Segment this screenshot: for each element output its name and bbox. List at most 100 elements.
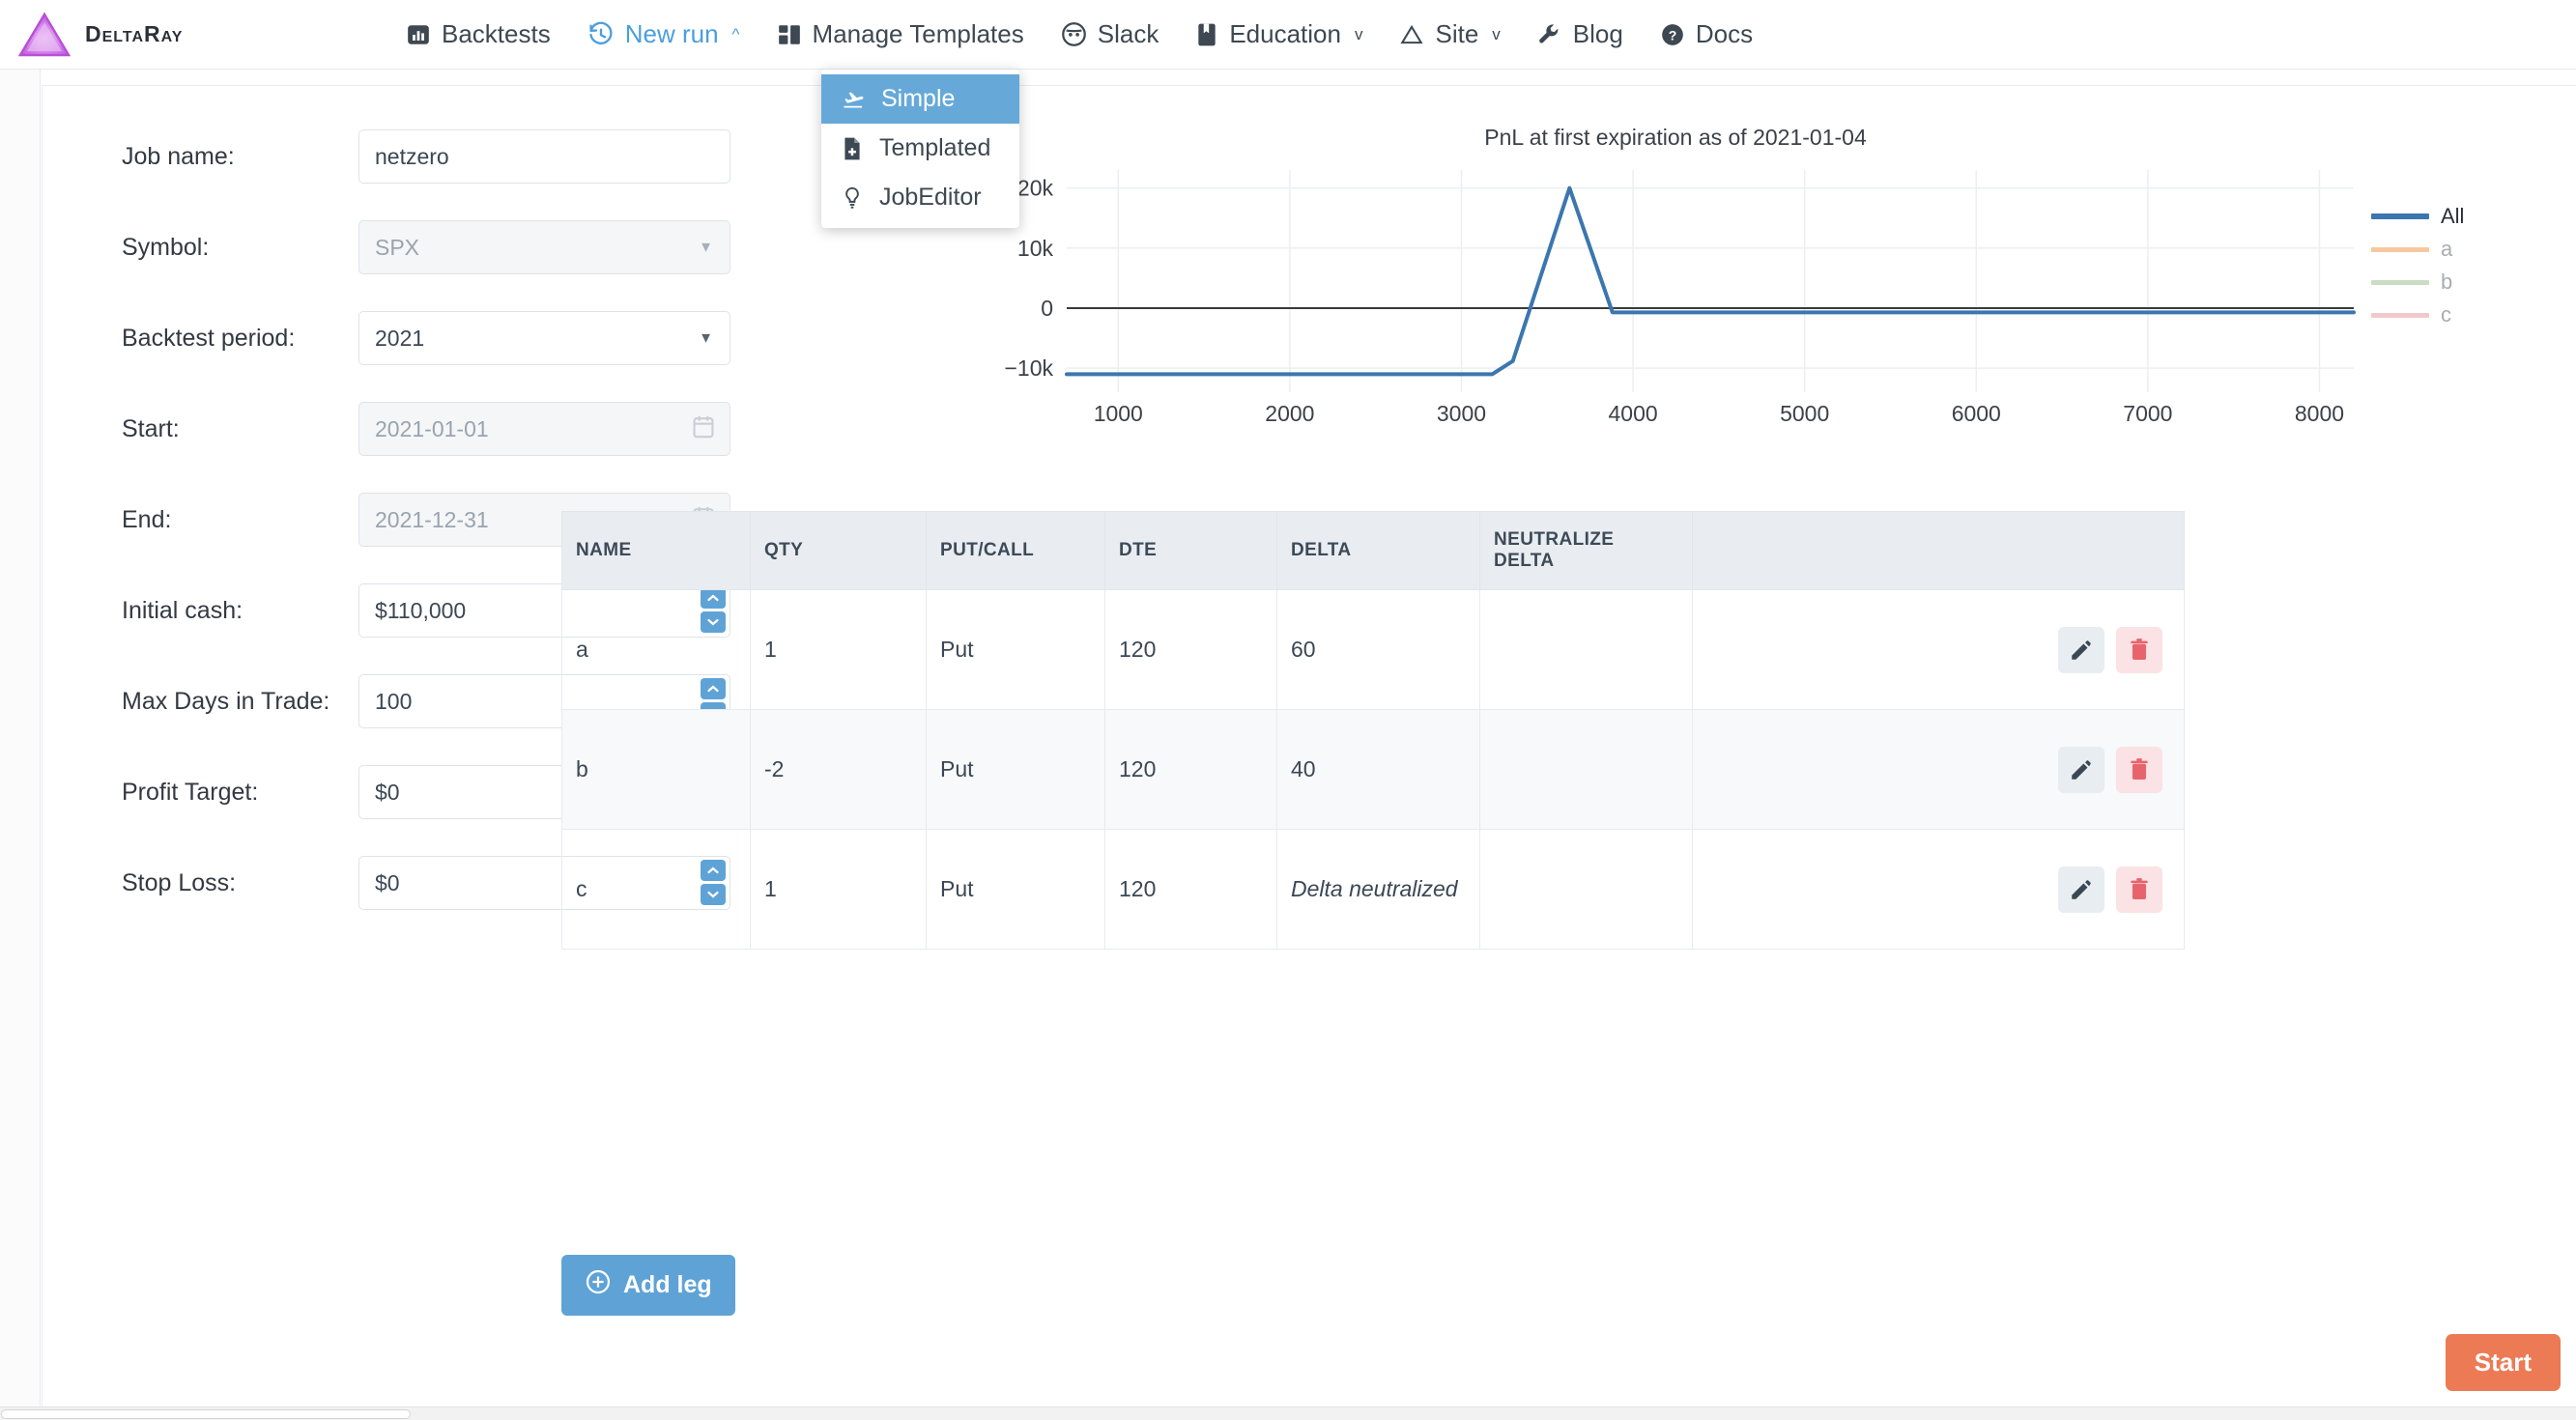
legend-label: b: [2441, 270, 2452, 295]
legend-item-b[interactable]: b: [2371, 266, 2516, 298]
col-delta: DELTA: [1277, 512, 1480, 590]
table-header-row: NAME QTY PUT/CALL DTE DELTA NEUTRALIZE D…: [562, 512, 2185, 590]
cell-actions: [1693, 830, 2185, 950]
start-button[interactable]: Start: [2446, 1334, 2561, 1391]
new-run-dropdown-menu: Simple Templated JobEditor: [821, 70, 1019, 228]
nav-items: Backtests New run ^ Manage Templates Sla…: [406, 19, 1753, 49]
brand[interactable]: DeltaRay: [0, 11, 406, 59]
col-putcall: PUT/CALL: [927, 512, 1105, 590]
legend-swatch: [2371, 313, 2429, 318]
field-label: Stop Loss:: [122, 869, 358, 897]
horizontal-scrollbar[interactable]: [0, 1406, 2576, 1420]
field-label: Backtest period:: [122, 325, 358, 353]
svg-text:10k: 10k: [1017, 236, 1054, 261]
legend-item-c[interactable]: c: [2371, 298, 2516, 331]
triangle-logo-icon: [17, 11, 72, 59]
wrench-icon: [1537, 22, 1562, 47]
dropdown-item-label: Simple: [881, 85, 955, 113]
cell-name: c: [562, 830, 751, 950]
cell-delta: Delta neutralized: [1277, 830, 1480, 950]
bar-chart-icon: [406, 22, 431, 47]
nav-item-site[interactable]: Site v: [1399, 19, 1500, 49]
edit-row-button[interactable]: [2058, 747, 2104, 793]
col-neutralize-delta: NEUTRALIZE DELTA: [1480, 512, 1693, 590]
add-leg-button[interactable]: Add leg: [561, 1255, 735, 1316]
cell-putcall: Put: [927, 710, 1105, 830]
file-plus-icon: [841, 136, 864, 161]
col-qty: QTY: [751, 512, 927, 590]
chevron-up-icon: ^: [732, 25, 740, 44]
legend-label: c: [2441, 302, 2451, 327]
start-date-input[interactable]: [358, 402, 730, 456]
svg-text:4000: 4000: [1608, 401, 1657, 426]
chart-plot-area: 10002000300040005000600070008000−10k010k…: [951, 164, 2371, 454]
nav-item-new-run[interactable]: New run ^: [587, 19, 740, 49]
nav-item-blog[interactable]: Blog: [1537, 19, 1623, 49]
svg-text:2000: 2000: [1265, 401, 1314, 426]
nav-item-backtests[interactable]: Backtests: [406, 19, 551, 49]
scrollbar-thumb[interactable]: [1, 1409, 411, 1419]
dropdown-item-jobeditor[interactable]: JobEditor: [821, 173, 1019, 222]
svg-text:−10k: −10k: [1004, 355, 1053, 381]
question-circle-icon: ?: [1660, 22, 1685, 47]
triangle-icon: [1399, 22, 1424, 47]
add-leg-label: Add leg: [623, 1271, 712, 1299]
cell-qty: -2: [751, 710, 927, 830]
nav-label: New run: [625, 19, 719, 49]
backtest-period-select[interactable]: [358, 311, 730, 365]
layout-grid-icon: [777, 22, 802, 47]
dropdown-item-label: JobEditor: [879, 184, 982, 212]
nav-item-docs[interactable]: ? Docs: [1660, 19, 1753, 49]
delete-row-button[interactable]: [2116, 866, 2162, 913]
legend-item-all[interactable]: All: [2371, 200, 2516, 233]
col-name: NAME: [562, 512, 751, 590]
cell-qty: 1: [751, 590, 927, 710]
col-dte: DTE: [1105, 512, 1277, 590]
nav-item-manage-templates[interactable]: Manage Templates: [777, 19, 1024, 49]
legs-table: NAME QTY PUT/CALL DTE DELTA NEUTRALIZE D…: [561, 511, 2185, 950]
edit-row-button[interactable]: [2058, 627, 2104, 673]
cell-neutralize: [1480, 830, 1693, 950]
cell-name: a: [562, 590, 751, 710]
delete-row-button[interactable]: [2116, 627, 2162, 673]
plane-takeoff-icon: [841, 87, 866, 112]
slack-face-icon: [1061, 21, 1087, 47]
svg-text:8000: 8000: [2295, 401, 2344, 426]
dropdown-item-templated[interactable]: Templated: [821, 124, 1019, 173]
field-label: Max Days in Trade:: [122, 688, 358, 716]
cell-delta: 60: [1277, 590, 1480, 710]
delete-row-button[interactable]: [2116, 747, 2162, 793]
cell-delta: 40: [1277, 710, 1480, 830]
job-name-input[interactable]: [358, 129, 730, 184]
nav-label: Blog: [1573, 19, 1623, 49]
form-row-backtest-period: Backtest period: ▼: [122, 311, 953, 365]
chevron-down-icon: v: [1492, 25, 1501, 44]
nav-label: Backtests: [442, 19, 551, 49]
cell-name: b: [562, 710, 751, 830]
svg-text:7000: 7000: [2123, 401, 2172, 426]
chart-title: PnL at first expiration as of 2021-01-04: [835, 125, 2516, 151]
book-icon: [1195, 22, 1218, 47]
cell-putcall: Put: [927, 590, 1105, 710]
chart-legend: All a b c: [2371, 200, 2516, 331]
col-actions: [1693, 512, 2185, 590]
field-label: Initial cash:: [122, 597, 358, 625]
table-row: c 1 Put 120 Delta neutralized: [562, 830, 2185, 950]
form-row-start: Start:: [122, 402, 953, 456]
plus-circle-icon: [585, 1268, 612, 1302]
form-row-symbol: Symbol: ▼: [122, 220, 953, 274]
dropdown-item-simple[interactable]: Simple: [821, 74, 1019, 124]
table-row: b -2 Put 120 40: [562, 710, 2185, 830]
chevron-down-icon: v: [1355, 25, 1363, 44]
field-label: Profit Target:: [122, 779, 358, 807]
field-label: Start:: [122, 415, 358, 443]
legend-item-a[interactable]: a: [2371, 233, 2516, 266]
symbol-select[interactable]: [358, 220, 730, 274]
edit-row-button[interactable]: [2058, 866, 2104, 913]
svg-text:1000: 1000: [1094, 401, 1143, 426]
nav-item-education[interactable]: Education v: [1195, 19, 1362, 49]
nav-item-slack[interactable]: Slack: [1061, 19, 1159, 49]
pnl-chart: PnL at first expiration as of 2021-01-04…: [951, 125, 2516, 472]
cell-putcall: Put: [927, 830, 1105, 950]
legs-table-container: NAME QTY PUT/CALL DTE DELTA NEUTRALIZE D…: [561, 511, 2185, 950]
